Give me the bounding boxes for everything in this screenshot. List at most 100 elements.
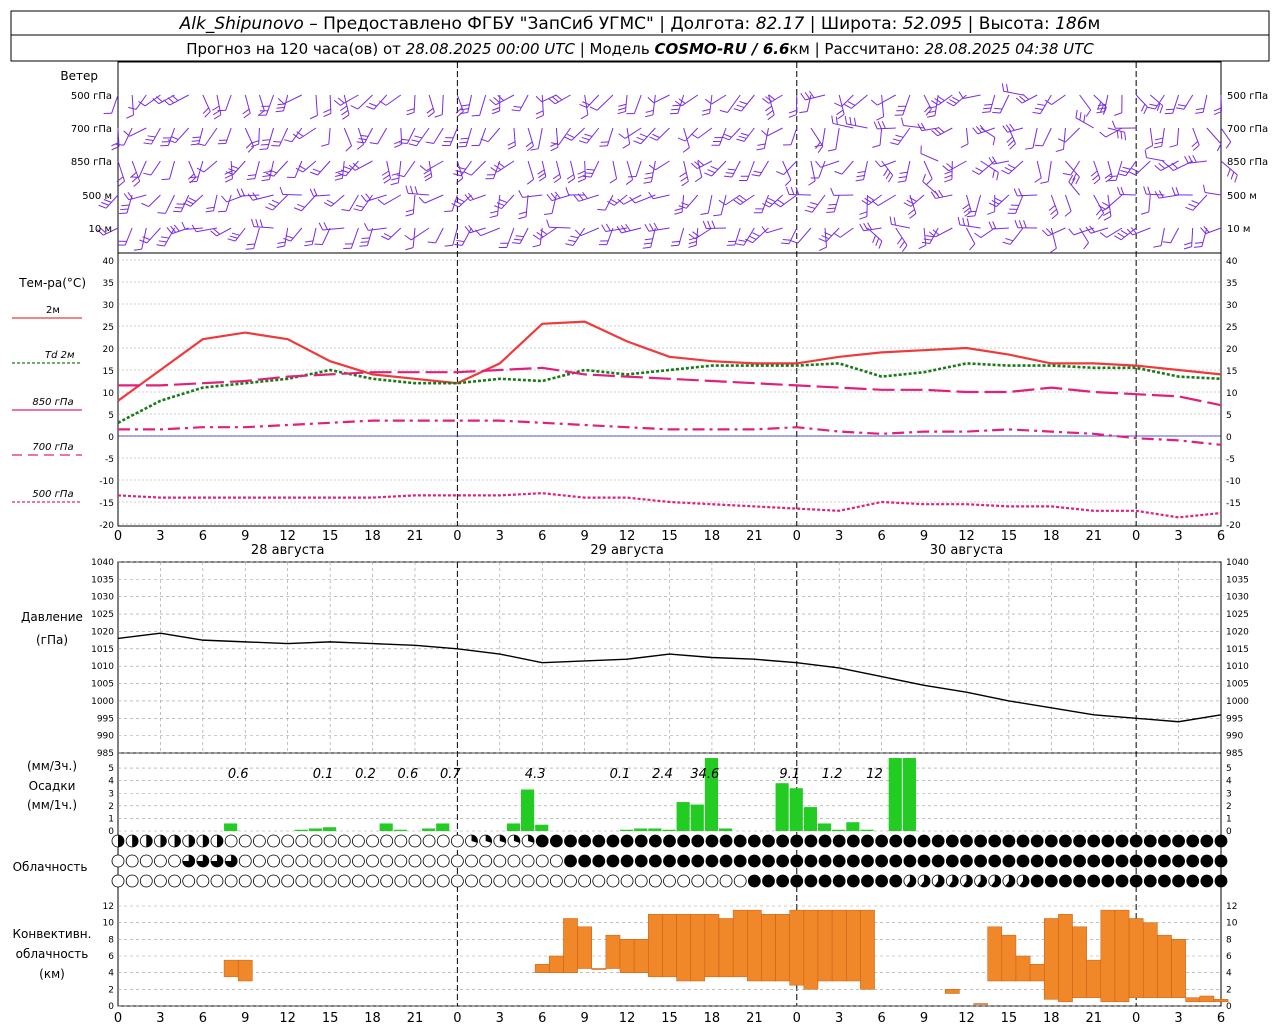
wind-barb-staff (975, 195, 981, 216)
wind-barb-feather (935, 129, 941, 134)
wind-barb-staff (165, 195, 174, 213)
pressure-title: Давление (21, 610, 83, 624)
wind-barb-feather (827, 208, 835, 209)
wind-barb-staff (514, 128, 515, 146)
wind-barb-feather (1046, 228, 1052, 234)
wind-barb-feather (362, 238, 370, 239)
wind-barb-feather (618, 108, 626, 110)
precip-bar (507, 823, 520, 831)
cloud-cover-circle (395, 855, 407, 867)
wind-barb-feather (691, 163, 697, 168)
wind-barb-feather (765, 201, 772, 205)
wind-barb-feather (460, 112, 468, 113)
wind-barb-feather (424, 173, 431, 177)
conv-bar (790, 910, 804, 985)
cloud-cover-circle (607, 835, 619, 847)
wind-barb-feather (890, 143, 898, 145)
hour-label-lower: 9 (920, 1011, 928, 1024)
wind-barb-feather (206, 207, 214, 208)
wind-barb-feather (923, 174, 926, 182)
wind-barb-feather (816, 161, 821, 167)
wind-barb-feather (675, 208, 683, 210)
wind-barb-feather (871, 100, 877, 105)
wind-barb-staff (1149, 195, 1151, 212)
hour-label-lower: 12 (619, 1011, 636, 1024)
conv-bar (1087, 960, 1101, 998)
wind-barb-staff (1094, 195, 1104, 213)
wind-barb-staff (549, 227, 570, 228)
wind-barb-feather (1102, 202, 1109, 206)
wind-barb-staff (318, 161, 330, 175)
wind-barb-staff (124, 128, 132, 145)
cloud-cover-circle (1130, 875, 1142, 887)
wind-barb-feather (159, 241, 167, 242)
wind-barb-feather (740, 196, 747, 201)
wind-barb-staff (266, 95, 273, 115)
wind-barb-staff (1000, 95, 1009, 113)
hour-label-lower: 15 (1001, 1011, 1018, 1024)
wind-barb-feather (283, 238, 291, 241)
wind-barb-feather (1007, 84, 1008, 92)
wind-barb-feather (221, 196, 226, 202)
wind-barb-feather (171, 137, 178, 140)
cloud-cover-circle (466, 875, 478, 887)
cloud-cover-circle (720, 855, 732, 867)
wind-barb-feather (968, 211, 976, 212)
wind-barb-feather (919, 245, 926, 249)
wind-barb-staff (479, 128, 485, 145)
wind-barb-feather (1160, 106, 1163, 114)
wind-barb-feather (500, 200, 507, 203)
wind-barb-staff (413, 195, 415, 214)
cloud-cover-circle (833, 835, 845, 847)
wind-barb-feather (410, 186, 412, 194)
cloud-cover-circle (437, 875, 449, 887)
wind-barb-feather (1196, 108, 1204, 109)
pres-ytick-right: 1020 (1226, 627, 1249, 637)
wind-barb-staff (323, 228, 345, 230)
cloud-cover-circle (197, 875, 209, 887)
wind-barb-feather (323, 109, 330, 112)
wind-barb-feather (189, 181, 197, 182)
wind-barb-feather (213, 110, 220, 114)
wind-barb-feather (381, 236, 388, 239)
wind-barb-staff (811, 128, 823, 146)
wind-barb-feather (1192, 141, 1198, 146)
wind-barb-feather (884, 169, 888, 176)
wind-barb-staff (1205, 193, 1221, 195)
wind-barb-feather (848, 102, 855, 106)
wind-barb-staff (708, 195, 712, 213)
conv-bar (563, 919, 577, 973)
wind-barb-feather (344, 167, 352, 170)
wind-barb-feather (338, 98, 344, 103)
latitude-label: | Широта: (804, 14, 902, 34)
wind-barb-staff (877, 128, 896, 129)
hour-label-upper: 0 (793, 529, 801, 544)
wind-barb-staff (1150, 128, 1152, 145)
cloud-cover-circle (678, 835, 690, 847)
wind-barb-staff (170, 161, 175, 179)
wind-barb-staff (1136, 161, 1151, 175)
wind-barb-feather (752, 175, 760, 176)
wind-barb-feather (425, 177, 432, 181)
wind-barb-feather (741, 133, 749, 135)
wind-barb-feather (251, 219, 253, 227)
cloud-cover-circle (183, 875, 195, 887)
wind-barb-staff (384, 195, 401, 205)
wind-barb-feather (585, 173, 593, 174)
cloud-cover-circle (352, 875, 364, 887)
cloud-cover-circle (1158, 875, 1170, 887)
conv-bar (1101, 910, 1115, 1002)
cloud-cover-circle (960, 835, 972, 847)
wind-barb-feather (512, 243, 520, 244)
cloud-cover-fill (132, 835, 138, 847)
wind-barb-feather (1178, 105, 1186, 107)
cloud-cover-circle (423, 875, 435, 887)
wind-barb-feather (879, 241, 882, 248)
cloud-cover-circle (748, 835, 760, 847)
wind-barb-feather (469, 225, 474, 231)
wind-barb-feather (1014, 189, 1017, 196)
wind-barb-staff (597, 95, 613, 110)
wind-barb-feather (1025, 148, 1033, 149)
wind-barb-feather (193, 137, 201, 138)
wind-barb-feather (606, 224, 610, 231)
